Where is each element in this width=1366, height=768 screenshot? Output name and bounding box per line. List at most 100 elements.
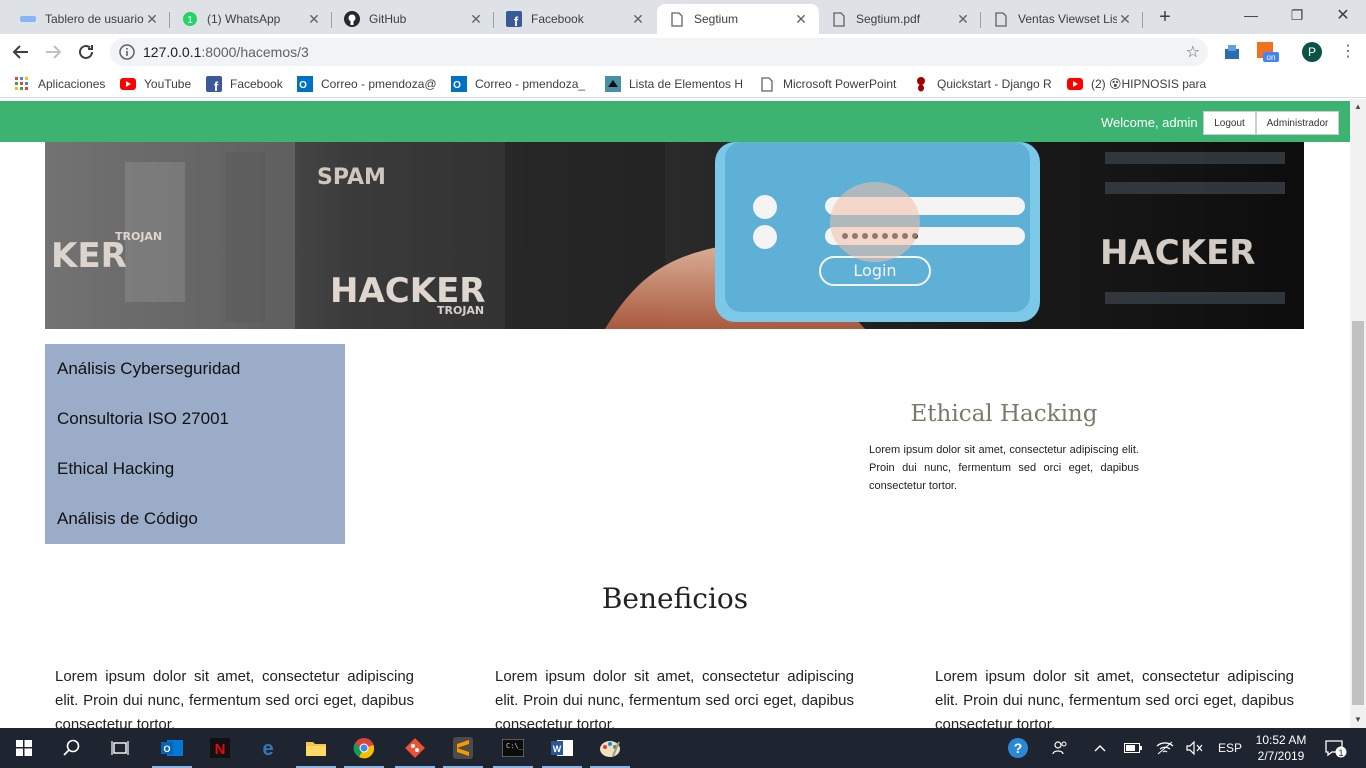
tab-segtium-pdf[interactable]: Segtium.pdf ✕ — [819, 4, 981, 34]
hacker-banner-image: Login SPAM TROJAN KER HACKER TROJAN HACK… — [45, 142, 1304, 329]
reload-button[interactable] — [74, 40, 98, 64]
svg-text:1: 1 — [187, 15, 193, 26]
windows-taskbar: O N e C:\_ W ? ESP 10:52 AM 2/7/2019 1 — [0, 728, 1366, 768]
task-view-button[interactable] — [96, 728, 144, 768]
page-icon — [669, 11, 685, 27]
close-icon[interactable]: ✕ — [306, 11, 322, 28]
word-taskbar-button[interactable]: W — [538, 728, 586, 768]
scroll-thumb[interactable] — [1352, 321, 1364, 705]
back-button[interactable] — [9, 40, 33, 64]
close-icon[interactable]: ✕ — [1117, 11, 1133, 28]
profile-avatar[interactable]: P — [1302, 42, 1322, 62]
wifi-icon[interactable] — [1154, 728, 1176, 768]
arrow-right-icon — [46, 45, 62, 59]
menu-item-ethical-hacking[interactable]: Ethical Hacking — [45, 456, 345, 506]
menu-kebab-icon[interactable]: ⋮ — [1338, 42, 1358, 62]
chevron-up-icon[interactable] — [1090, 728, 1110, 768]
facebook-icon: f — [206, 76, 222, 92]
gitkraken-taskbar-button[interactable] — [391, 728, 439, 768]
svg-text:on: on — [1267, 53, 1276, 62]
restore-button[interactable]: ❐ — [1274, 0, 1320, 30]
address-bar[interactable]: 127.0.0.1:8000/hacemos/3 ☆ — [110, 38, 1208, 66]
reload-icon — [79, 44, 93, 59]
banner-word-hacker-2: HACKER — [1100, 233, 1255, 273]
close-icon[interactable]: ✕ — [793, 11, 809, 28]
banner-word-spam: SPAM — [317, 165, 386, 190]
youtube-icon — [1067, 76, 1083, 92]
git-icon — [405, 738, 425, 758]
file-explorer-taskbar-button[interactable] — [292, 728, 340, 768]
admin-button[interactable]: Administrador — [1256, 111, 1339, 135]
tab-facebook[interactable]: f Facebook ✕ — [494, 4, 656, 34]
volume-muted-icon[interactable] — [1184, 728, 1206, 768]
minimize-button[interactable]: — — [1228, 0, 1274, 30]
paint-taskbar-button[interactable] — [586, 728, 634, 768]
menu-item-analisis-cyberseguridad[interactable]: Análisis Cyberseguridad — [45, 356, 345, 406]
paint-palette-icon — [600, 741, 620, 757]
task-view-icon — [111, 741, 129, 755]
close-icon[interactable]: ✕ — [144, 11, 160, 28]
clock[interactable]: 10:52 AM 2/7/2019 — [1250, 732, 1312, 764]
search-button[interactable] — [48, 728, 96, 768]
people-icon[interactable] — [1048, 728, 1072, 768]
help-button[interactable]: ? — [1002, 728, 1034, 768]
svg-text:N: N — [215, 741, 226, 758]
chrome-taskbar-button[interactable] — [340, 728, 388, 768]
menu-item-analisis-codigo[interactable]: Análisis de Código — [45, 506, 345, 556]
whatsapp-icon: 1 — [182, 11, 198, 27]
bookmark-powerpoint[interactable]: Microsoft PowerPoint — [759, 76, 899, 92]
bookmark-aplicaciones[interactable]: Aplicaciones — [14, 76, 105, 92]
arrow-left-icon — [12, 45, 28, 59]
bookmark-lista-elementos[interactable]: Lista de Elementos H — [605, 76, 745, 92]
close-icon[interactable]: ✕ — [630, 11, 646, 28]
language-indicator[interactable]: ESP — [1214, 728, 1246, 768]
netflix-taskbar-button[interactable]: N — [196, 728, 244, 768]
tab-segtium[interactable]: Segtium ✕ — [657, 4, 819, 34]
svg-text:f: f — [214, 79, 219, 92]
menu-item-consultoria-iso[interactable]: Consultoria ISO 27001 — [45, 406, 345, 456]
notification-center-button[interactable]: 1 — [1318, 728, 1354, 768]
word-icon: W — [551, 740, 573, 756]
new-tab-button[interactable]: + — [1153, 6, 1177, 30]
close-icon[interactable]: ✕ — [468, 11, 484, 28]
svg-text:O: O — [163, 744, 170, 754]
bookmark-correo-2[interactable]: O Correo - pmendoza_ — [451, 76, 591, 92]
extension-icon[interactable] — [1222, 42, 1242, 62]
extension-on-icon[interactable]: on — [1257, 42, 1279, 62]
notification-count: 1 — [1338, 748, 1343, 758]
sublime-taskbar-button[interactable] — [439, 728, 487, 768]
benefit-text-3: Lorem ipsum dolor sit amet, consectetur … — [935, 668, 1294, 728]
close-icon[interactable]: ✕ — [955, 11, 971, 28]
youtube-icon — [120, 76, 136, 92]
bookmark-correo-1[interactable]: O Correo - pmendoza@ — [297, 76, 437, 92]
bookmark-hipnosis[interactable]: (2) 😵HIPNOSIS para — [1067, 76, 1207, 92]
tab-github[interactable]: GitHub ✕ — [332, 4, 494, 34]
bookmark-youtube[interactable]: YouTube — [120, 76, 191, 92]
netflix-icon: N — [210, 738, 230, 758]
help-icon: ? — [1008, 738, 1028, 758]
star-icon[interactable]: ☆ — [1186, 42, 1200, 62]
tab-whatsapp[interactable]: 1 (1) WhatsApp ✕ — [170, 4, 332, 34]
terminal-taskbar-button[interactable]: C:\_ — [489, 728, 537, 768]
page-scrollbar[interactable]: ▲ ▼ — [1350, 99, 1366, 728]
tab-ventas[interactable]: Ventas Viewset Lis ✕ — [981, 4, 1143, 34]
battery-icon[interactable] — [1122, 728, 1144, 768]
facebook-icon: f — [506, 11, 522, 27]
page-icon — [993, 11, 1009, 27]
outlook-taskbar-button[interactable]: O — [148, 728, 196, 768]
page-icon — [759, 76, 775, 92]
django-icon — [913, 76, 929, 92]
close-window-button[interactable]: ✕ — [1320, 0, 1366, 30]
scroll-down-icon[interactable]: ▼ — [1350, 712, 1366, 728]
svg-text:e: e — [262, 738, 273, 758]
tab-tablero[interactable]: Tablero de usuario ✕ — [8, 4, 170, 34]
bookmark-django[interactable]: Quickstart - Django R — [913, 76, 1053, 92]
scroll-up-icon[interactable]: ▲ — [1350, 99, 1366, 115]
bookmark-facebook[interactable]: f Facebook — [206, 76, 283, 92]
start-button[interactable] — [0, 728, 48, 768]
edge-taskbar-button[interactable]: e — [244, 728, 292, 768]
forward-button[interactable] — [41, 40, 65, 64]
search-icon — [63, 739, 80, 756]
logout-button[interactable]: Logout — [1203, 111, 1256, 135]
edge-icon: e — [262, 738, 273, 758]
